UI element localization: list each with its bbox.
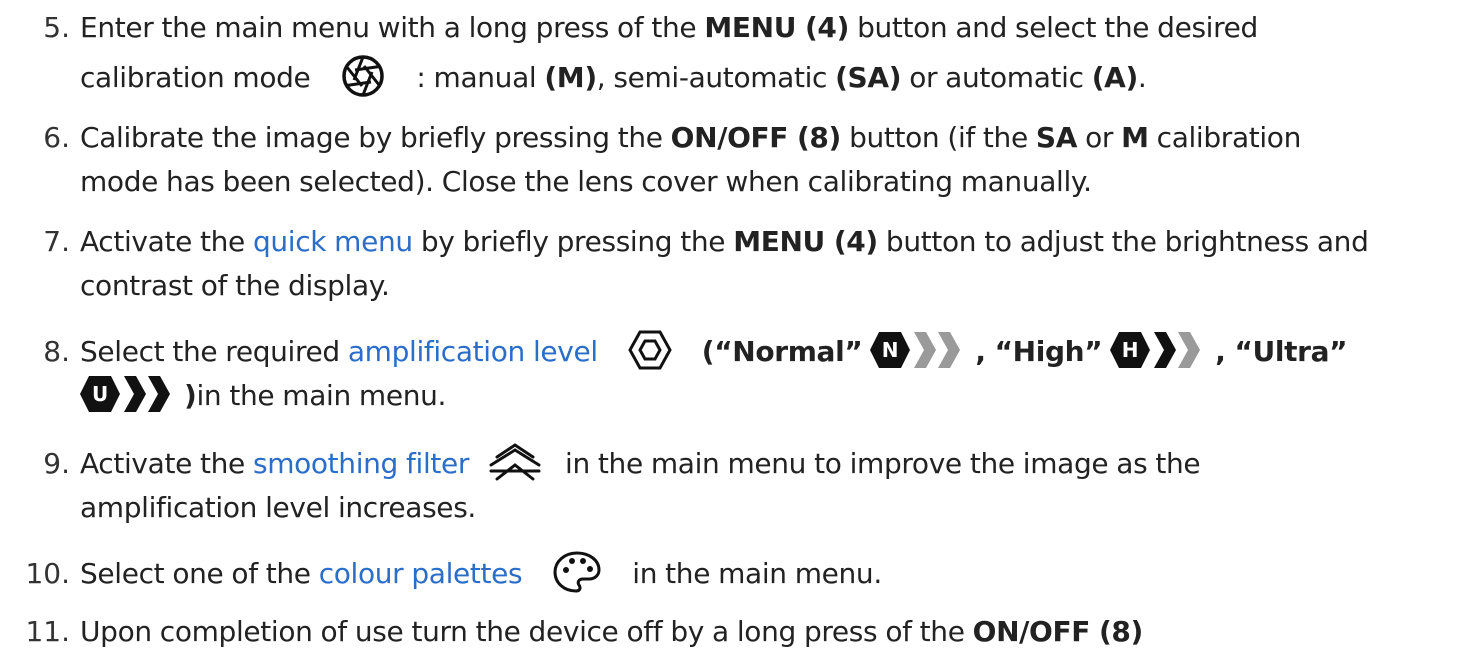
step-number: 5. [43,11,70,44]
step-text: Upon completion of use turn the device o… [80,615,1143,648]
smoothing-filter-link[interactable]: smoothing filter [253,447,469,480]
palette-icon [552,550,602,594]
svg-text:U: U [92,382,108,406]
svg-text:N: N [882,338,898,362]
step-number: 9. [43,447,70,480]
step-number: 11. [25,615,70,648]
calibration-shutter-icon [340,53,386,99]
amplification-level-link[interactable]: amplification level [348,335,598,368]
step-text: Calibrate the image by briefly pressing … [80,121,1301,198]
step-number: 8. [43,335,70,368]
step-text: Activate the quick menu by briefly press… [80,225,1369,302]
smoothing-filter-icon [489,441,541,483]
normal-amplification-badge-icon: N [870,331,966,369]
amplification-hexagon-icon [628,330,672,370]
step-text: Activate the smoothing filter in the main… [80,442,1464,530]
step-text: Select the required amplification level(… [80,330,1464,418]
step-text: Enter the main menu with a long press of… [80,6,1464,100]
step-number: 7. [43,225,70,258]
step-number: 6. [43,121,70,154]
colour-palettes-link[interactable]: colour palettes [319,557,523,590]
step-text: Select one of the colour palettes in the … [80,550,1464,596]
ultra-amplification-badge-icon: U [80,375,184,413]
svg-text:H: H [1122,338,1138,362]
high-amplification-badge-icon: H [1110,331,1206,369]
quick-menu-link[interactable]: quick menu [253,225,413,258]
step-number: 10. [25,557,70,590]
